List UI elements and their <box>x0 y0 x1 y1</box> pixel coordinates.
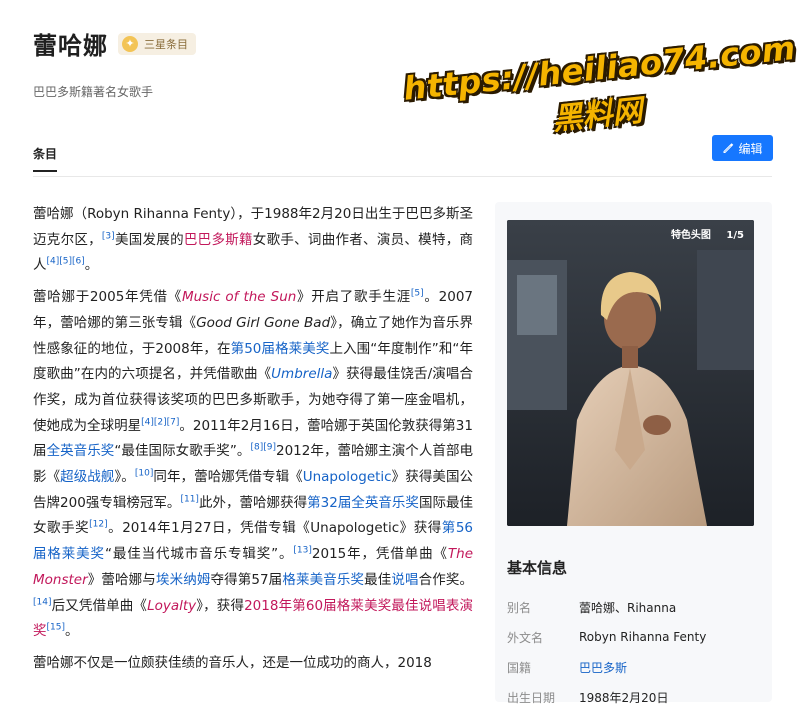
info-row: 国籍 巴巴多斯 <box>507 652 757 682</box>
text: 此外，蕾哈娜获得 <box>198 494 308 511</box>
text: 。 <box>84 257 99 274</box>
citation-link[interactable]: [15] <box>47 623 65 633</box>
citation-link[interactable]: [8][9] <box>250 443 276 453</box>
tab-underline <box>33 170 57 172</box>
page-title: 蕾哈娜 <box>33 32 108 60</box>
info-key: 出生日期 <box>507 690 556 705</box>
info-row: 外文名 Robyn Rihanna Fenty <box>507 622 757 652</box>
citation-link[interactable]: [10] <box>135 469 153 479</box>
link-unapologetic[interactable]: Unapologetic <box>303 469 392 485</box>
album-title: Good Girl Gone Bad <box>196 314 331 331</box>
citation-link[interactable]: [4][5][6] <box>47 257 85 267</box>
link-brit-awards[interactable]: 全英音乐奖 <box>47 443 115 459</box>
paragraph-business: 蕾哈娜不仅是一位颇获佳绩的音乐人，还是一位成功的商人，2018 <box>33 651 473 677</box>
info-key: 国籍 <box>507 660 532 675</box>
text: 。 <box>64 623 79 640</box>
link-music-of-the-sun[interactable]: Music of the Sun <box>182 289 296 305</box>
info-value: Robyn Rihanna Fenty <box>579 630 707 644</box>
text: “最佳国际女歌手奖”。 <box>114 443 251 460</box>
feature-photo[interactable]: 特色头图 1/5 <box>507 220 754 526</box>
quality-badge[interactable]: ✦ 三星条目 <box>118 32 196 55</box>
info-key: 外文名 <box>507 630 544 645</box>
edit-button[interactable]: 编辑 <box>712 135 773 161</box>
edit-button-label: 编辑 <box>738 141 763 156</box>
star-medal-icon: ✦ <box>122 35 138 52</box>
tab-divider <box>33 176 772 177</box>
tab-bar: 条目 <box>33 145 57 172</box>
text: 》开启了歌手生涯 <box>296 289 411 306</box>
text: 》，获得 <box>196 597 245 614</box>
link-grammy-awards[interactable]: 格莱美音乐奖 <box>282 572 364 588</box>
text: 最佳 <box>364 571 392 588</box>
link-battleship[interactable]: 超级战舰 <box>60 469 114 485</box>
photo-label: 特色头图 1/5 <box>659 226 744 241</box>
photo-counter: 1/5 <box>726 230 744 241</box>
paragraph-career: 蕾哈娜于2005年凭借《Music of the Sun》开启了歌手生涯[5] 。… <box>33 285 473 645</box>
info-sidebar: 特色头图 1/5 基本信息 别名 蕾哈娜、Rihanna 外文名 Robyn R… <box>495 202 772 705</box>
citation-link[interactable]: [4][2][7] <box>141 417 179 427</box>
link-umbrella[interactable]: Umbrella <box>271 366 332 382</box>
article-body: 蕾哈娜（Robyn Rihanna Fenty），于1988年2月20日出生于巴… <box>33 202 473 683</box>
citation-link[interactable]: [12] <box>89 520 107 530</box>
photo-label-text: 特色头图 <box>670 230 711 241</box>
link-barbados[interactable]: 巴巴多斯籍 <box>184 232 253 248</box>
link-eminem[interactable]: 埃米纳姆 <box>156 572 211 588</box>
info-key: 别名 <box>507 600 532 615</box>
link-50th-grammy[interactable]: 第50届格莱美奖 <box>231 341 330 357</box>
link-loyalty[interactable]: Loyalty <box>147 598 196 614</box>
info-value-link[interactable]: 巴巴多斯 <box>579 659 627 676</box>
paragraph-intro: 蕾哈娜（Robyn Rihanna Fenty），于1988年2月20日出生于巴… <box>33 202 473 279</box>
text: 合作奖。 <box>418 571 474 588</box>
text: 后又凭借单曲《 <box>51 597 148 614</box>
citation-link[interactable]: [5] <box>411 289 424 299</box>
info-value: 蕾哈娜、Rihanna <box>579 600 677 615</box>
citation-link[interactable]: [14] <box>33 597 51 607</box>
pencil-icon <box>723 143 734 153</box>
text: 同年，蕾哈娜凭借专辑《 <box>153 469 303 486</box>
link-32nd-brit-awards[interactable]: 第32届全英音乐奖 <box>307 495 419 511</box>
citation-link[interactable]: [13] <box>293 546 311 556</box>
text: 夺得第57届 <box>210 571 283 588</box>
text: 蕾哈娜于2005年凭借《 <box>33 289 182 306</box>
info-table: 别名 蕾哈娜、Rihanna 外文名 Robyn Rihanna Fenty 国… <box>507 592 757 712</box>
badge-label: 三星条目 <box>144 37 188 51</box>
tab-entry[interactable]: 条目 <box>33 145 57 172</box>
portrait-illustration <box>507 220 754 526</box>
info-row: 别名 蕾哈娜、Rihanna <box>507 592 757 622</box>
citation-link[interactable]: [3] <box>102 231 115 241</box>
text: “最佳当代城市音乐专辑奖”。 <box>104 546 294 563</box>
info-row: 出生日期 1988年2月20日 <box>507 682 757 712</box>
link-rap[interactable]: 说唱 <box>391 572 418 588</box>
text: 2015年，凭借单曲《 <box>311 546 448 563</box>
text: 美国发展的 <box>114 231 184 248</box>
text: 》蕾哈娜与 <box>87 571 156 588</box>
text: 。2014年1月27日，凭借专辑《Unapologetic》获得 <box>107 520 442 537</box>
info-value: 1988年2月20日 <box>579 690 669 705</box>
citation-link[interactable]: [11] <box>180 494 198 504</box>
text: 》。 <box>114 469 135 486</box>
text: 蕾哈娜不仅是一位颇获佳绩的音乐人，还是一位成功的商人，2018 <box>33 654 432 671</box>
info-title: 基本信息 <box>507 559 568 577</box>
